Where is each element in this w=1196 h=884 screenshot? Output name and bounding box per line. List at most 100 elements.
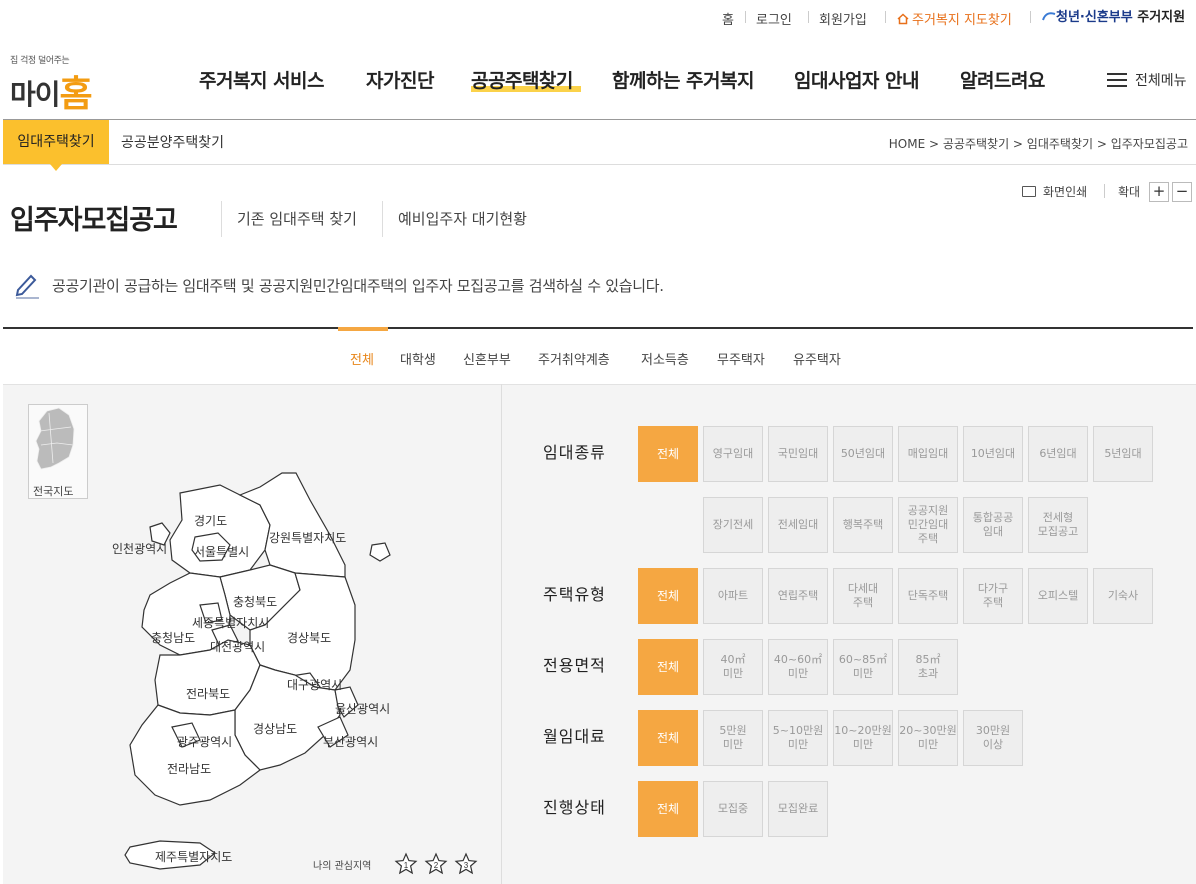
logo-text-b: 홈 — [59, 74, 93, 115]
house-type-option[interactable]: 기숙사 — [1093, 568, 1153, 624]
existing-rental-link[interactable]: 기존 임대주택 찾기 — [237, 208, 357, 229]
rental-type-option[interactable]: 50년임대 — [833, 426, 893, 482]
category-tab-all[interactable]: 전체 — [350, 349, 374, 368]
favorite-star-1[interactable]: 1 — [394, 852, 418, 876]
rent-option[interactable]: 20~30만원 미만 — [898, 710, 958, 766]
rental-type-option[interactable]: 장기전세 — [703, 497, 763, 553]
region-label-gyeongbuk[interactable]: 경상북도 — [287, 629, 331, 646]
rent-option[interactable]: 5~10만원 미만 — [768, 710, 828, 766]
area-option[interactable]: 85㎡ 초과 — [898, 639, 958, 695]
logo-text: 마이홈 — [10, 63, 93, 115]
zoom-in-button[interactable]: + — [1149, 182, 1169, 202]
house-type-option[interactable]: 연립주택 — [768, 568, 828, 624]
region-label-ulsan[interactable]: 울산광역시 — [335, 700, 390, 717]
divider — [1104, 184, 1105, 198]
area-option[interactable]: 40~60㎡ 미만 — [768, 639, 828, 695]
category-tab-student[interactable]: 대학생 — [400, 349, 436, 368]
rental-type-option[interactable]: 전체 — [638, 426, 698, 482]
filter-label-area: 전용면적 — [543, 656, 606, 675]
house-type-option[interactable]: 다가구 주택 — [963, 568, 1023, 624]
area-option[interactable]: 전체 — [638, 639, 698, 695]
status-option[interactable]: 전체 — [638, 781, 698, 837]
signup-link[interactable]: 회원가입 — [819, 9, 867, 28]
category-tab-newlywed[interactable]: 신혼부부 — [463, 349, 511, 368]
tab-rental-housing[interactable]: 임대주택찾기 — [3, 120, 109, 171]
login-link[interactable]: 로그인 — [756, 9, 792, 28]
region-label-gyeonggi[interactable]: 경기도 — [194, 512, 227, 529]
rental-type-option[interactable]: 행복주택 — [833, 497, 893, 553]
korea-silhouette-icon — [35, 407, 75, 470]
gnb-housing-welfare-service[interactable]: 주거복지 서비스 — [199, 66, 324, 93]
region-label-sejong[interactable]: 세종특별자치시 — [192, 614, 269, 631]
rental-type-option[interactable]: 10년임대 — [963, 426, 1023, 482]
rental-type-option[interactable]: 영구임대 — [703, 426, 763, 482]
region-label-jeonnam[interactable]: 전라남도 — [167, 760, 211, 777]
house-type-option[interactable]: 오피스텔 — [1028, 568, 1088, 624]
category-tab-homeless[interactable]: 무주택자 — [717, 349, 765, 368]
myhome-logo[interactable]: 집 걱정 덜어주는 마이홈 — [10, 53, 115, 115]
gnb-landlord-guide[interactable]: 임대사업자 안내 — [794, 66, 919, 93]
rental-type-option[interactable]: 전세형 모집공고 — [1028, 497, 1088, 553]
print-button[interactable]: 화면인쇄 — [1022, 183, 1087, 200]
region-label-chungbuk[interactable]: 충청북도 — [233, 593, 277, 610]
region-label-gyeongnam[interactable]: 경상남도 — [253, 720, 297, 737]
area-option[interactable]: 40㎡ 미만 — [703, 639, 763, 695]
region-label-daegu[interactable]: 대구광역시 — [287, 676, 342, 693]
tab-public-sale-housing[interactable]: 공공분양주택찾기 — [121, 132, 224, 152]
rental-type-option[interactable]: 매입임대 — [898, 426, 958, 482]
region-label-daejeon[interactable]: 대전광역시 — [210, 638, 265, 655]
youth-newlywed-link[interactable]: 청년·신혼부부 주거지원 — [1042, 6, 1185, 25]
favorite-star-number: 3 — [464, 861, 469, 870]
rental-type-option[interactable]: 국민임대 — [768, 426, 828, 482]
house-type-option[interactable]: 전체 — [638, 568, 698, 624]
waiting-status-link[interactable]: 예비입주자 대기현황 — [398, 208, 527, 229]
rent-option[interactable]: 전체 — [638, 710, 698, 766]
home-link[interactable]: 홈 — [722, 9, 734, 28]
rental-type-option[interactable]: 공공지원 민간임대 주택 — [898, 497, 958, 553]
region-label-incheon[interactable]: 인천광역시 — [112, 540, 167, 557]
korea-region-map[interactable] — [100, 465, 410, 884]
gnb-self-diagnosis[interactable]: 자가진단 — [366, 66, 434, 93]
gnb-notice[interactable]: 알려드려요 — [960, 66, 1045, 93]
divider — [808, 11, 809, 23]
region-label-gangwon[interactable]: 강원특별자치도 — [269, 529, 346, 546]
favorite-star-2[interactable]: 2 — [424, 852, 448, 876]
category-tab-low-income[interactable]: 저소득층 — [641, 349, 689, 368]
house-type-option[interactable]: 아파트 — [703, 568, 763, 624]
welfare-map-link[interactable]: 주거복지 지도찾기 — [897, 9, 1012, 28]
rental-type-option[interactable]: 6년임대 — [1028, 426, 1088, 482]
rental-type-option[interactable]: 전세임대 — [768, 497, 828, 553]
zoom-out-button[interactable]: − — [1172, 182, 1192, 202]
region-label-seoul[interactable]: 서울특별시 — [194, 543, 249, 560]
page-title: 입주자모집공고 — [10, 205, 178, 236]
status-option[interactable]: 모집완료 — [768, 781, 828, 837]
region-label-jeju[interactable]: 제주특별자치도 — [155, 848, 232, 865]
rental-type-option[interactable]: 통합공공 임대 — [963, 497, 1023, 553]
region-shape-ulleungdo[interactable] — [369, 542, 391, 562]
region-label-jeonbuk[interactable]: 전라북도 — [186, 685, 230, 702]
category-active-indicator — [338, 327, 388, 331]
gnb-public-housing-search[interactable]: 공공주택찾기 — [471, 66, 573, 93]
logo-text-a: 마이 — [10, 78, 61, 111]
divider — [3, 119, 1196, 120]
gnb-shared-welfare[interactable]: 함께하는 주거복지 — [612, 66, 754, 93]
area-option[interactable]: 60~85㎡ 미만 — [833, 639, 893, 695]
category-tab-homeowner[interactable]: 유주택자 — [793, 349, 841, 368]
status-option[interactable]: 모집중 — [703, 781, 763, 837]
region-label-busan[interactable]: 부산광역시 — [323, 733, 378, 750]
region-label-gwangju[interactable]: 광주광역시 — [177, 733, 232, 750]
rent-option[interactable]: 30만원 이상 — [963, 710, 1023, 766]
rental-type-option[interactable]: 5년임대 — [1093, 426, 1153, 482]
housing-support-label: 주거지원 — [1137, 10, 1186, 25]
region-label-chungnam[interactable]: 충청남도 — [151, 629, 195, 646]
youth-label: 청년·신혼부부 — [1056, 10, 1133, 25]
rent-option[interactable]: 5만원 미만 — [703, 710, 763, 766]
all-menu-button[interactable]: 전체메뉴 — [1107, 70, 1187, 90]
category-tab-vulnerable[interactable]: 주거취약계층 — [538, 349, 610, 368]
favorite-star-3[interactable]: 3 — [454, 852, 478, 876]
swoosh-icon — [1042, 12, 1056, 21]
house-type-option[interactable]: 단독주택 — [898, 568, 958, 624]
house-type-option[interactable]: 다세대 주택 — [833, 568, 893, 624]
rent-option[interactable]: 10~20만원 미만 — [833, 710, 893, 766]
filter-label-rental-type: 임대종류 — [543, 443, 606, 462]
